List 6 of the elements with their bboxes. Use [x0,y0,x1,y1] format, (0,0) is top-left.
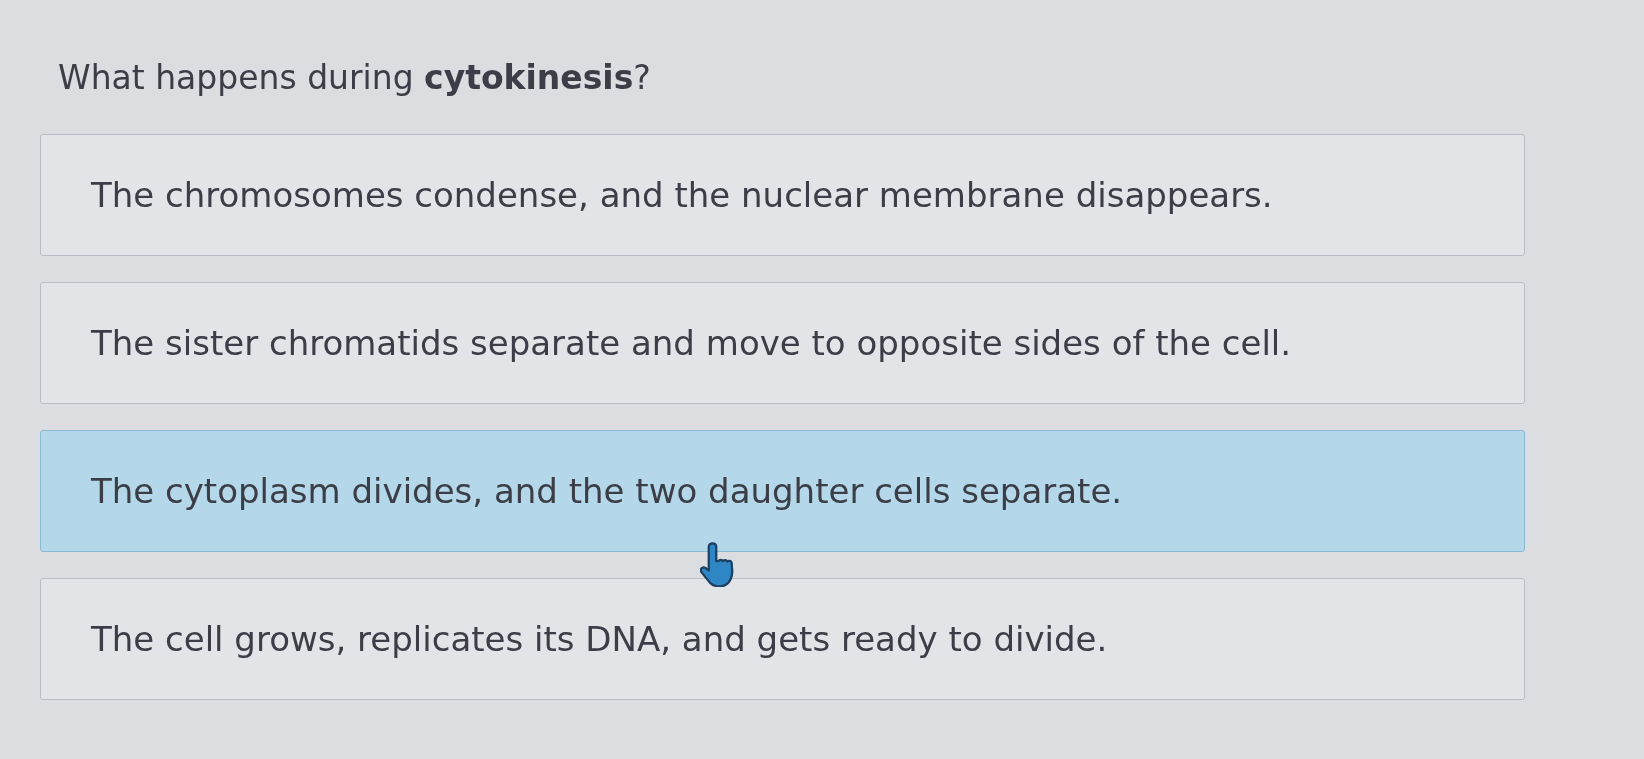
hand-pointer-icon [700,542,734,587]
answer-option[interactable]: The cytoplasm divides, and the two daughter cells separate. [40,430,1525,552]
question-text: What happens during cytokinesis? [58,58,651,98]
answer-option[interactable]: The sister chromatids separate and move to opposite sides of the cell. [40,282,1525,404]
answer-option[interactable]: The chromosomes condense, and the nuclear membrane disappears. [40,134,1525,256]
answer-option[interactable]: The cell grows, replicates its DNA, and gets ready to divide. [40,578,1525,700]
